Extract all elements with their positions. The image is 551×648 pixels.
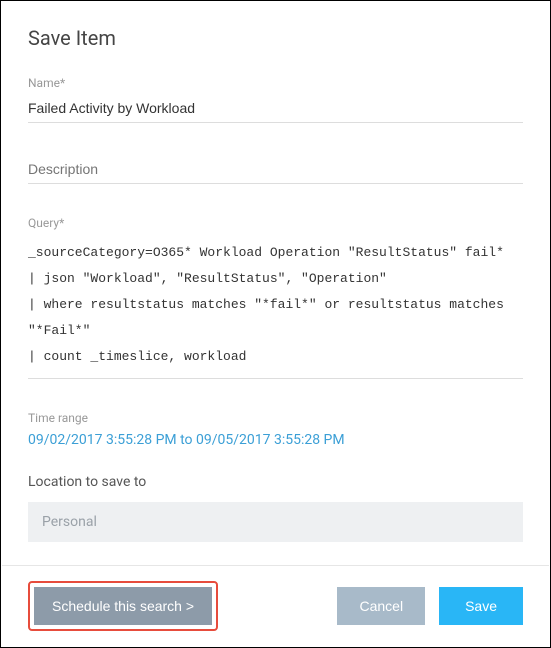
location-label: Location to save to [28,474,523,490]
query-field-block: Query* _sourceCategory=O365* Workload Op… [28,216,523,379]
query-input[interactable]: _sourceCategory=O365* Workload Operation… [28,234,523,379]
name-field-block: Name* [28,76,523,123]
time-range-block: Time range 09/02/2017 3:55:28 PM to 09/0… [28,411,523,448]
name-label: Name* [28,76,523,90]
description-input[interactable] [28,155,523,184]
dialog-body: Save Item Name* Query* _sourceCategory=O… [2,2,549,565]
time-range-link[interactable]: 09/02/2017 3:55:28 PM to 09/05/2017 3:55… [28,432,345,448]
highlight-annotation: Schedule this search > [28,581,218,631]
save-button[interactable]: Save [439,587,523,625]
dialog-title: Save Item [28,26,523,50]
time-range-label: Time range [28,411,523,425]
schedule-search-button[interactable]: Schedule this search > [34,587,212,625]
dialog-footer: Schedule this search > Cancel Save [2,565,549,646]
description-field-block [28,155,523,184]
name-input[interactable] [28,94,523,123]
location-block: Location to save to Personal [28,474,523,542]
location-selector[interactable]: Personal [28,502,523,542]
cancel-button[interactable]: Cancel [337,587,425,625]
query-label: Query* [28,216,523,230]
